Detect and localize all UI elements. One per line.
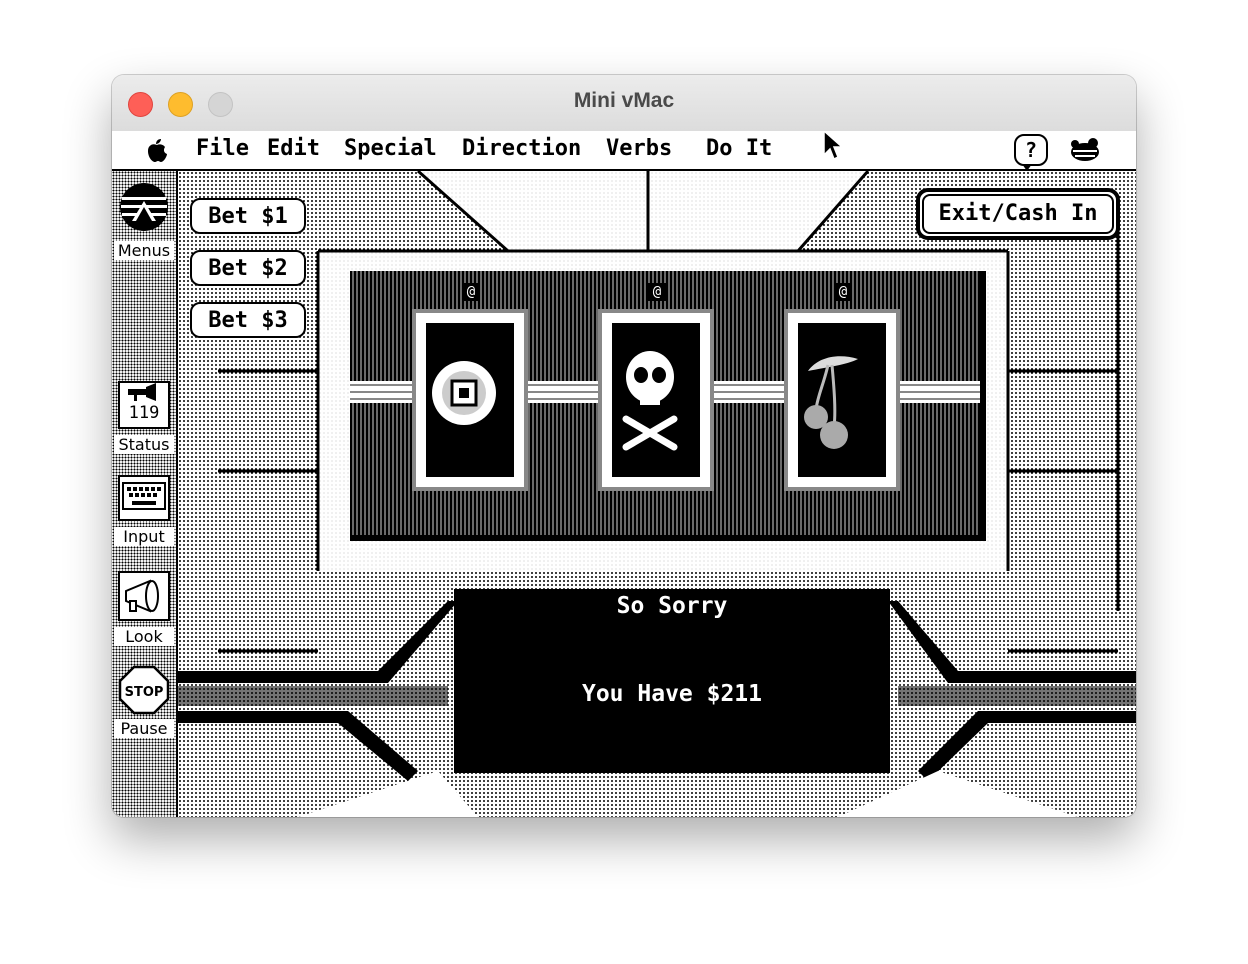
stop-sign-icon: STOP xyxy=(118,665,170,715)
globe-icon xyxy=(120,183,168,231)
menu-edit[interactable]: Edit xyxy=(267,136,320,161)
apple-icon[interactable] xyxy=(146,137,168,163)
emulator-window: Mini vMac File Edit Special Direction Ve… xyxy=(112,75,1136,817)
pause-button[interactable]: STOP xyxy=(118,665,170,715)
megaphone-icon xyxy=(125,579,159,613)
bet-3-button[interactable]: Bet $3 xyxy=(190,302,306,338)
status-value: 119 xyxy=(128,403,160,423)
menu-special[interactable]: Special xyxy=(344,136,437,161)
mouse-pointer-icon xyxy=(823,131,844,161)
skull-crossbones-icon xyxy=(622,351,678,451)
reel-2 xyxy=(598,309,714,491)
menu-do-it[interactable]: Do It xyxy=(706,136,772,161)
menu-verbs[interactable]: Verbs xyxy=(606,136,672,161)
input-button[interactable] xyxy=(118,475,170,521)
sidebar-label-status: Status xyxy=(114,435,174,454)
window-titlebar[interactable]: Mini vMac xyxy=(112,75,1136,132)
sidebar-label-look: Look xyxy=(114,627,174,646)
menu-file[interactable]: File xyxy=(196,136,249,161)
menu-direction[interactable]: Direction xyxy=(462,136,581,161)
reel-marker-1: @ xyxy=(462,283,480,301)
reel-marker-2: @ xyxy=(648,283,666,301)
sidebar-label-input: Input xyxy=(114,527,174,546)
sidebar-label-menus: Menus xyxy=(114,241,174,260)
sidebar-label-pause: Pause xyxy=(114,719,174,738)
emulated-screen: File Edit Special Direction Verbs Do It … xyxy=(112,131,1136,817)
help-balloon-icon[interactable]: ? xyxy=(1014,134,1048,171)
window-title: Mini vMac xyxy=(573,89,675,112)
slot-machine: @ @ @ xyxy=(350,271,986,541)
bet-2-button[interactable]: Bet $2 xyxy=(190,250,306,286)
menus-button[interactable] xyxy=(118,181,170,237)
status-button[interactable]: 119 xyxy=(118,381,170,429)
balance-message: You Have $211 xyxy=(581,681,762,707)
cherries-icon xyxy=(804,356,858,449)
slot-machine-scene: Bet $1 Bet $2 Bet $3 Exit/Cash In @ @ @ xyxy=(178,171,1136,817)
reel-3 xyxy=(784,309,900,491)
application-menu-icon[interactable] xyxy=(1067,135,1103,165)
command-sidebar: Menus 119 Status Input Look STOP Pause xyxy=(112,171,178,817)
result-message: So Sorry xyxy=(616,593,728,619)
stop-sign-text: STOP xyxy=(125,685,164,700)
result-message-box: So Sorry You Have $211 xyxy=(454,589,890,773)
reel-marker-3: @ xyxy=(834,283,852,301)
exit-cash-in-label: Exit/Cash In xyxy=(922,194,1114,234)
status-icon xyxy=(128,383,156,401)
bet-1-button[interactable]: Bet $1 xyxy=(190,198,306,234)
reel-1 xyxy=(412,309,528,491)
keyboard-icon xyxy=(122,482,166,510)
look-button[interactable] xyxy=(118,571,170,621)
mac-menubar: File Edit Special Direction Verbs Do It … xyxy=(112,131,1136,171)
bullseye-icon xyxy=(432,361,496,425)
exit-cash-in-button[interactable]: Exit/Cash In xyxy=(916,188,1120,240)
